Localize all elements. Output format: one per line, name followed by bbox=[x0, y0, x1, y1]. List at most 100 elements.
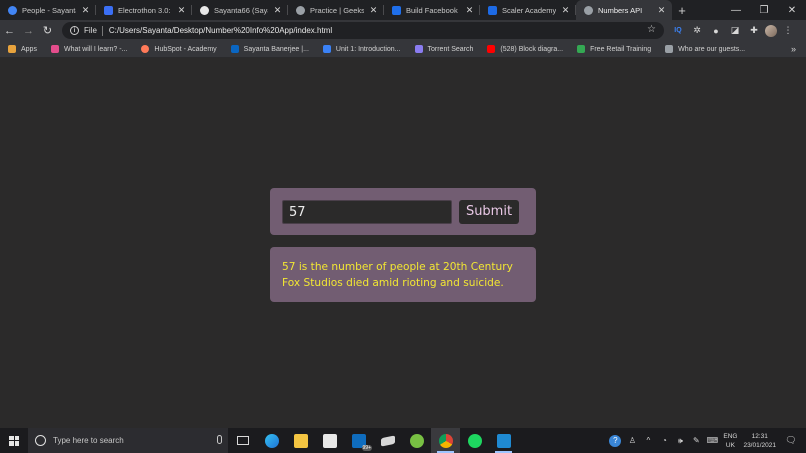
taskbar-search-box[interactable]: Type here to search bbox=[28, 428, 228, 453]
clock-time: 12:31 bbox=[751, 432, 768, 440]
tab-numbers-api[interactable]: Numbers API ✕ bbox=[576, 0, 672, 20]
bookmark-free-retail-training[interactable]: Free Retail Training bbox=[577, 45, 651, 53]
sync-icon[interactable]: ◪ bbox=[727, 23, 743, 39]
tab-strip: People - Sayanta ✕ Electrothon 3.0: D ✕ … bbox=[0, 0, 806, 20]
keyboard-icon[interactable]: ⌨ bbox=[707, 436, 719, 446]
iq-extension-icon[interactable]: IQ bbox=[670, 23, 686, 39]
number-input[interactable] bbox=[282, 200, 452, 224]
record-icon[interactable]: ● bbox=[708, 23, 724, 39]
bookmark-linkedin[interactable]: Sayanta Banerjee |... bbox=[230, 45, 309, 53]
bookmark-favicon-icon bbox=[50, 45, 59, 53]
forward-arrow-icon[interactable]: → bbox=[19, 21, 38, 40]
info-icon[interactable]: i bbox=[70, 26, 79, 35]
tab-build-facebook[interactable]: Build Facebook Ne ✕ bbox=[384, 0, 480, 20]
close-icon[interactable]: ✕ bbox=[81, 5, 90, 16]
system-tray: ? ♙ ^ ◔ 🕪 ✎ ⌨ ENG UK 12:31 23/01/2021 🗨 bbox=[609, 428, 806, 453]
tab-title: Scaler Academy: A bbox=[502, 5, 556, 15]
tab-title: Sayanta66 (Sayant bbox=[214, 5, 268, 15]
volume-icon[interactable]: 🕪 bbox=[675, 436, 685, 446]
bookmark-hubspot[interactable]: HubSpot - Academy bbox=[141, 45, 217, 53]
address-bar[interactable]: i File C:/Users/Sayanta/Desktop/Number%2… bbox=[62, 22, 664, 39]
linkedin-icon bbox=[230, 45, 239, 53]
close-icon[interactable]: ✕ bbox=[657, 5, 666, 16]
bookmark-who-are-our-guests[interactable]: Who are our guests... bbox=[665, 45, 745, 53]
edge-app[interactable] bbox=[257, 428, 286, 453]
scaler-favicon-icon bbox=[392, 5, 401, 15]
bookmark-label: Torrent Search bbox=[427, 45, 474, 53]
github-favicon-icon bbox=[200, 5, 209, 15]
chevron-up-icon[interactable]: ^ bbox=[643, 436, 653, 446]
folder-icon bbox=[293, 433, 308, 448]
extensions-area: IQ ✲ ● ◪ ✚ ⋮ bbox=[670, 22, 796, 39]
task-view-button[interactable] bbox=[228, 428, 257, 453]
url-text[interactable]: C:/Users/Sayanta/Desktop/Number%20Info%2… bbox=[109, 26, 332, 35]
browser-toolbar: ← → ↻ i File C:/Users/Sayanta/Desktop/Nu… bbox=[0, 20, 806, 41]
restore-button[interactable]: ❐ bbox=[750, 0, 778, 20]
close-icon[interactable]: ✕ bbox=[369, 5, 378, 16]
store-bag-icon bbox=[322, 433, 337, 448]
fact-text: 57 is the number of people at 20th Centu… bbox=[282, 261, 513, 289]
bookmark-youtube[interactable]: (528) Block diagra... bbox=[487, 45, 563, 53]
youtube-icon bbox=[487, 45, 496, 53]
electrothon-favicon-icon bbox=[104, 5, 113, 15]
pen-icon[interactable]: ✎ bbox=[691, 436, 701, 446]
people-icon[interactable]: ♙ bbox=[627, 436, 637, 446]
bookmark-label: Sayanta Banerjee |... bbox=[243, 45, 309, 53]
clock[interactable]: 12:31 23/01/2021 bbox=[743, 432, 776, 450]
puzzle-icon[interactable]: ✚ bbox=[746, 23, 762, 39]
chrome-app[interactable] bbox=[431, 428, 460, 453]
microphone-icon[interactable] bbox=[217, 435, 222, 444]
search-placeholder: Type here to search bbox=[53, 436, 124, 445]
close-icon[interactable]: ✕ bbox=[465, 5, 474, 16]
bookmark-label: Unit 1: Introduction... bbox=[335, 45, 401, 53]
vscode-app[interactable] bbox=[489, 428, 518, 453]
bookmark-favicon-icon bbox=[322, 45, 331, 53]
tab-electrothon[interactable]: Electrothon 3.0: D ✕ bbox=[96, 0, 192, 20]
bookmark-favicon-icon bbox=[577, 45, 586, 53]
avatar[interactable] bbox=[765, 24, 777, 37]
bookmark-star-icon[interactable]: ☆ bbox=[647, 24, 656, 35]
close-icon[interactable]: ✕ bbox=[561, 5, 570, 16]
input-language[interactable]: ENG UK bbox=[723, 432, 737, 450]
tab-title: Electrothon 3.0: D bbox=[118, 5, 172, 15]
windows-logo-icon bbox=[9, 435, 19, 446]
file-explorer-app[interactable] bbox=[286, 428, 315, 453]
bookmark-label: What will I learn? -... bbox=[63, 45, 128, 53]
tab-github[interactable]: Sayanta66 (Sayant ✕ bbox=[192, 0, 288, 20]
bookmark-favicon-icon bbox=[665, 45, 674, 53]
tab-geeksforgeeks[interactable]: Practice | GeeksFo ✕ bbox=[288, 0, 384, 20]
gear-icon[interactable]: ✲ bbox=[689, 23, 705, 39]
tab-title: People - Sayanta bbox=[22, 5, 76, 15]
spotify-app[interactable] bbox=[460, 428, 489, 453]
bookmark-label: Free Retail Training bbox=[590, 45, 652, 53]
bookmark-torrent-search[interactable]: Torrent Search bbox=[414, 45, 474, 53]
close-icon[interactable]: ✕ bbox=[177, 5, 186, 16]
bookmark-what-will-i-learn[interactable]: What will I learn? -... bbox=[50, 45, 128, 53]
store-app[interactable] bbox=[315, 428, 344, 453]
help-icon[interactable]: ? bbox=[609, 434, 622, 447]
close-icon[interactable]: ✕ bbox=[273, 5, 282, 16]
bookmark-unit-1[interactable]: Unit 1: Introduction... bbox=[322, 45, 401, 53]
reload-icon[interactable]: ↻ bbox=[38, 21, 57, 40]
people-favicon-icon bbox=[8, 5, 17, 15]
scheme-label: File bbox=[84, 26, 97, 35]
bookmark-label: Who are our guests... bbox=[678, 45, 746, 53]
mail-app[interactable]: 99+ bbox=[344, 428, 373, 453]
new-tab-button[interactable]: + bbox=[672, 0, 692, 20]
tab-scaler-academy[interactable]: Scaler Academy: A ✕ bbox=[480, 0, 576, 20]
wifi-icon[interactable]: ◔ bbox=[659, 436, 669, 446]
dropbox-app[interactable] bbox=[373, 428, 402, 453]
utorrent-app[interactable] bbox=[402, 428, 431, 453]
bookmarks-overflow-button[interactable]: » bbox=[791, 44, 796, 54]
minimize-button[interactable]: — bbox=[722, 0, 750, 20]
start-button[interactable] bbox=[0, 428, 28, 453]
back-arrow-icon[interactable]: ← bbox=[0, 21, 19, 40]
submit-button[interactable]: Submit bbox=[459, 200, 519, 224]
tab-people[interactable]: People - Sayanta ✕ bbox=[0, 0, 96, 20]
close-window-button[interactable]: ✕ bbox=[778, 0, 806, 20]
tab-title: Build Facebook Ne bbox=[406, 5, 460, 15]
page-content: Submit 57 is the number of people at 20t… bbox=[0, 58, 806, 428]
kebab-menu-icon[interactable]: ⋮ bbox=[780, 23, 796, 39]
notification-icon[interactable]: 🗨 bbox=[782, 428, 800, 453]
bookmark-apps[interactable]: Apps bbox=[8, 45, 37, 53]
